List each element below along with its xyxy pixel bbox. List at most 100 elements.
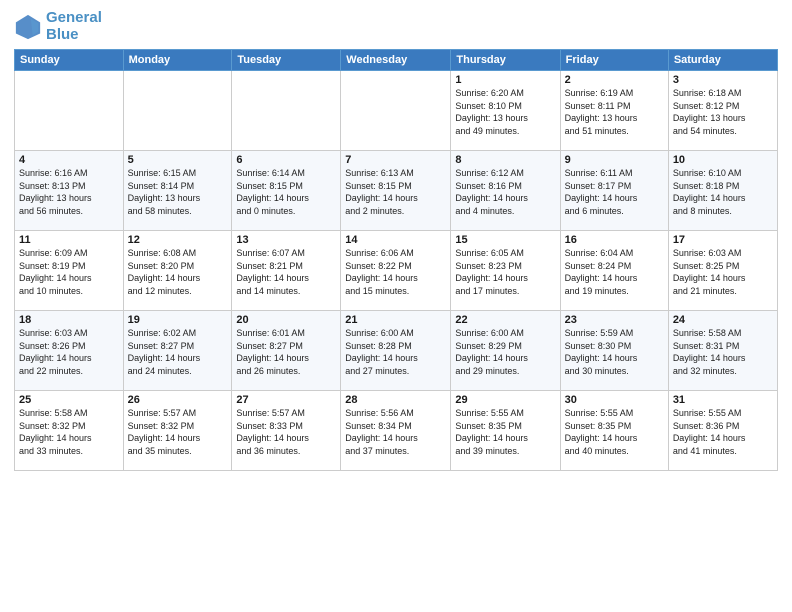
day-number: 6 xyxy=(236,154,336,166)
day-number: 12 xyxy=(128,234,228,246)
day-info: Sunrise: 6:09 AM Sunset: 8:19 PM Dayligh… xyxy=(19,247,119,297)
calendar-cell: 13Sunrise: 6:07 AM Sunset: 8:21 PM Dayli… xyxy=(232,231,341,311)
day-number: 30 xyxy=(565,394,664,406)
day-info: Sunrise: 5:55 AM Sunset: 8:36 PM Dayligh… xyxy=(673,407,773,457)
day-info: Sunrise: 6:04 AM Sunset: 8:24 PM Dayligh… xyxy=(565,247,664,297)
calendar-cell: 14Sunrise: 6:06 AM Sunset: 8:22 PM Dayli… xyxy=(341,231,451,311)
calendar-cell: 31Sunrise: 5:55 AM Sunset: 8:36 PM Dayli… xyxy=(668,391,777,471)
calendar-week-4: 18Sunrise: 6:03 AM Sunset: 8:26 PM Dayli… xyxy=(15,311,778,391)
day-number: 5 xyxy=(128,154,228,166)
day-info: Sunrise: 6:08 AM Sunset: 8:20 PM Dayligh… xyxy=(128,247,228,297)
day-number: 4 xyxy=(19,154,119,166)
day-number: 15 xyxy=(455,234,555,246)
day-info: Sunrise: 5:59 AM Sunset: 8:30 PM Dayligh… xyxy=(565,327,664,377)
day-info: Sunrise: 6:19 AM Sunset: 8:11 PM Dayligh… xyxy=(565,87,664,137)
day-info: Sunrise: 5:57 AM Sunset: 8:33 PM Dayligh… xyxy=(236,407,336,457)
calendar-cell xyxy=(123,71,232,151)
day-info: Sunrise: 6:06 AM Sunset: 8:22 PM Dayligh… xyxy=(345,247,446,297)
day-number: 10 xyxy=(673,154,773,166)
calendar-week-5: 25Sunrise: 5:58 AM Sunset: 8:32 PM Dayli… xyxy=(15,391,778,471)
calendar-week-1: 1Sunrise: 6:20 AM Sunset: 8:10 PM Daylig… xyxy=(15,71,778,151)
day-number: 13 xyxy=(236,234,336,246)
calendar-header-row: SundayMondayTuesdayWednesdayThursdayFrid… xyxy=(15,50,778,71)
calendar-table: SundayMondayTuesdayWednesdayThursdayFrid… xyxy=(14,49,778,471)
day-info: Sunrise: 6:20 AM Sunset: 8:10 PM Dayligh… xyxy=(455,87,555,137)
calendar-dow-monday: Monday xyxy=(123,50,232,71)
calendar-cell: 23Sunrise: 5:59 AM Sunset: 8:30 PM Dayli… xyxy=(560,311,668,391)
day-info: Sunrise: 6:03 AM Sunset: 8:25 PM Dayligh… xyxy=(673,247,773,297)
calendar-cell: 19Sunrise: 6:02 AM Sunset: 8:27 PM Dayli… xyxy=(123,311,232,391)
day-number: 3 xyxy=(673,74,773,86)
calendar-cell: 25Sunrise: 5:58 AM Sunset: 8:32 PM Dayli… xyxy=(15,391,124,471)
calendar-cell: 9Sunrise: 6:11 AM Sunset: 8:17 PM Daylig… xyxy=(560,151,668,231)
calendar-cell: 8Sunrise: 6:12 AM Sunset: 8:16 PM Daylig… xyxy=(451,151,560,231)
day-info: Sunrise: 6:00 AM Sunset: 8:29 PM Dayligh… xyxy=(455,327,555,377)
calendar-cell: 11Sunrise: 6:09 AM Sunset: 8:19 PM Dayli… xyxy=(15,231,124,311)
day-number: 8 xyxy=(455,154,555,166)
calendar-cell: 10Sunrise: 6:10 AM Sunset: 8:18 PM Dayli… xyxy=(668,151,777,231)
calendar-cell: 4Sunrise: 6:16 AM Sunset: 8:13 PM Daylig… xyxy=(15,151,124,231)
day-number: 21 xyxy=(345,314,446,326)
calendar-dow-thursday: Thursday xyxy=(451,50,560,71)
day-number: 11 xyxy=(19,234,119,246)
day-number: 31 xyxy=(673,394,773,406)
day-info: Sunrise: 6:05 AM Sunset: 8:23 PM Dayligh… xyxy=(455,247,555,297)
day-info: Sunrise: 5:58 AM Sunset: 8:31 PM Dayligh… xyxy=(673,327,773,377)
day-number: 19 xyxy=(128,314,228,326)
day-info: Sunrise: 6:11 AM Sunset: 8:17 PM Dayligh… xyxy=(565,167,664,217)
calendar-dow-wednesday: Wednesday xyxy=(341,50,451,71)
day-info: Sunrise: 5:57 AM Sunset: 8:32 PM Dayligh… xyxy=(128,407,228,457)
calendar-cell: 3Sunrise: 6:18 AM Sunset: 8:12 PM Daylig… xyxy=(668,71,777,151)
calendar-cell: 29Sunrise: 5:55 AM Sunset: 8:35 PM Dayli… xyxy=(451,391,560,471)
calendar-cell: 7Sunrise: 6:13 AM Sunset: 8:15 PM Daylig… xyxy=(341,151,451,231)
calendar-cell: 1Sunrise: 6:20 AM Sunset: 8:10 PM Daylig… xyxy=(451,71,560,151)
day-info: Sunrise: 5:56 AM Sunset: 8:34 PM Dayligh… xyxy=(345,407,446,457)
calendar-dow-friday: Friday xyxy=(560,50,668,71)
calendar-cell: 12Sunrise: 6:08 AM Sunset: 8:20 PM Dayli… xyxy=(123,231,232,311)
calendar-cell: 28Sunrise: 5:56 AM Sunset: 8:34 PM Dayli… xyxy=(341,391,451,471)
day-info: Sunrise: 6:10 AM Sunset: 8:18 PM Dayligh… xyxy=(673,167,773,217)
day-number: 29 xyxy=(455,394,555,406)
calendar-cell: 17Sunrise: 6:03 AM Sunset: 8:25 PM Dayli… xyxy=(668,231,777,311)
day-info: Sunrise: 6:15 AM Sunset: 8:14 PM Dayligh… xyxy=(128,167,228,217)
calendar-cell: 22Sunrise: 6:00 AM Sunset: 8:29 PM Dayli… xyxy=(451,311,560,391)
day-info: Sunrise: 6:02 AM Sunset: 8:27 PM Dayligh… xyxy=(128,327,228,377)
calendar-cell: 6Sunrise: 6:14 AM Sunset: 8:15 PM Daylig… xyxy=(232,151,341,231)
calendar-dow-saturday: Saturday xyxy=(668,50,777,71)
day-info: Sunrise: 5:58 AM Sunset: 8:32 PM Dayligh… xyxy=(19,407,119,457)
header: General Blue xyxy=(14,10,778,43)
day-number: 23 xyxy=(565,314,664,326)
calendar-cell: 27Sunrise: 5:57 AM Sunset: 8:33 PM Dayli… xyxy=(232,391,341,471)
day-info: Sunrise: 6:00 AM Sunset: 8:28 PM Dayligh… xyxy=(345,327,446,377)
day-number: 24 xyxy=(673,314,773,326)
calendar-cell: 2Sunrise: 6:19 AM Sunset: 8:11 PM Daylig… xyxy=(560,71,668,151)
calendar-cell: 15Sunrise: 6:05 AM Sunset: 8:23 PM Dayli… xyxy=(451,231,560,311)
calendar-cell: 20Sunrise: 6:01 AM Sunset: 8:27 PM Dayli… xyxy=(232,311,341,391)
day-info: Sunrise: 5:55 AM Sunset: 8:35 PM Dayligh… xyxy=(565,407,664,457)
day-info: Sunrise: 6:07 AM Sunset: 8:21 PM Dayligh… xyxy=(236,247,336,297)
calendar-dow-tuesday: Tuesday xyxy=(232,50,341,71)
day-number: 18 xyxy=(19,314,119,326)
logo: General Blue xyxy=(14,10,102,43)
calendar-cell: 30Sunrise: 5:55 AM Sunset: 8:35 PM Dayli… xyxy=(560,391,668,471)
calendar-cell: 21Sunrise: 6:00 AM Sunset: 8:28 PM Dayli… xyxy=(341,311,451,391)
calendar-cell: 5Sunrise: 6:15 AM Sunset: 8:14 PM Daylig… xyxy=(123,151,232,231)
day-info: Sunrise: 6:03 AM Sunset: 8:26 PM Dayligh… xyxy=(19,327,119,377)
calendar-week-3: 11Sunrise: 6:09 AM Sunset: 8:19 PM Dayli… xyxy=(15,231,778,311)
day-number: 22 xyxy=(455,314,555,326)
day-info: Sunrise: 6:14 AM Sunset: 8:15 PM Dayligh… xyxy=(236,167,336,217)
calendar-cell xyxy=(232,71,341,151)
calendar-cell: 26Sunrise: 5:57 AM Sunset: 8:32 PM Dayli… xyxy=(123,391,232,471)
calendar-week-2: 4Sunrise: 6:16 AM Sunset: 8:13 PM Daylig… xyxy=(15,151,778,231)
day-info: Sunrise: 6:16 AM Sunset: 8:13 PM Dayligh… xyxy=(19,167,119,217)
day-number: 20 xyxy=(236,314,336,326)
logo-icon xyxy=(14,13,42,41)
day-number: 1 xyxy=(455,74,555,86)
day-number: 26 xyxy=(128,394,228,406)
calendar-cell xyxy=(15,71,124,151)
day-info: Sunrise: 6:13 AM Sunset: 8:15 PM Dayligh… xyxy=(345,167,446,217)
day-info: Sunrise: 6:01 AM Sunset: 8:27 PM Dayligh… xyxy=(236,327,336,377)
page: General Blue SundayMondayTuesdayWednesda… xyxy=(0,0,792,612)
day-number: 28 xyxy=(345,394,446,406)
calendar-dow-sunday: Sunday xyxy=(15,50,124,71)
